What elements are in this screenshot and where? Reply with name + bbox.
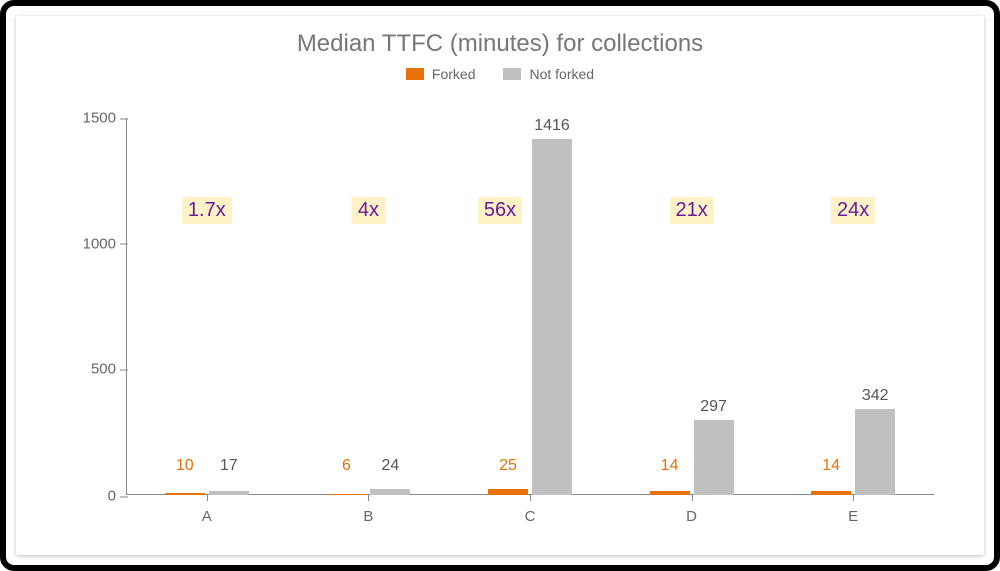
xtick xyxy=(853,495,854,501)
bar-forked-C xyxy=(488,489,528,495)
bar-label-notforked-B: 24 xyxy=(360,457,420,475)
xtick xyxy=(692,495,693,501)
ytick-1000: 1000 xyxy=(56,235,116,252)
x-category-label: B xyxy=(288,508,450,525)
group-A: A 10 17 1.7x xyxy=(126,118,288,495)
bar-forked-B xyxy=(326,494,366,496)
group-E: E 14 342 24x xyxy=(772,118,934,495)
x-category-label: A xyxy=(126,508,288,525)
bar-label-notforked-E: 342 xyxy=(845,387,905,405)
group-C: C 25 1416 56x xyxy=(449,118,611,495)
group-B: B 6 24 4x xyxy=(288,118,450,495)
ytick-label: 1000 xyxy=(83,235,116,252)
x-category-label: C xyxy=(449,508,611,525)
bar-label-forked-E: 14 xyxy=(801,457,861,475)
bar-notforked-C xyxy=(532,139,572,495)
ytick-label: 0 xyxy=(108,488,116,505)
legend-item-notforked: Not forked xyxy=(503,66,594,82)
bar-label-notforked-C: 1416 xyxy=(522,117,582,135)
bar-label-forked-D: 14 xyxy=(640,457,700,475)
chart-card: Median TTFC (minutes) for collections Fo… xyxy=(16,16,984,555)
chart-legend: Forked Not forked xyxy=(16,66,984,82)
annotation-C: 56x xyxy=(478,197,522,224)
bar-label-notforked-A: 17 xyxy=(199,457,259,475)
legend-item-forked: Forked xyxy=(406,66,476,82)
legend-swatch-forked xyxy=(406,68,424,80)
bar-notforked-E xyxy=(855,409,895,495)
annotation-A: 1.7x xyxy=(182,197,232,224)
legend-swatch-notforked xyxy=(503,68,521,80)
ytick-label: 500 xyxy=(91,361,116,378)
bar-notforked-B xyxy=(370,489,410,495)
legend-label-forked: Forked xyxy=(432,66,476,82)
bar-forked-E xyxy=(811,491,851,495)
plot-area: 0 500 1000 1500 A 10 xyxy=(126,118,934,495)
ytick-500: 500 xyxy=(56,361,116,378)
xtick xyxy=(530,495,531,501)
annotation-E: 24x xyxy=(831,197,875,224)
window-frame: Median TTFC (minutes) for collections Fo… xyxy=(0,0,1000,571)
bar-forked-D xyxy=(650,491,690,495)
xtick xyxy=(368,495,369,501)
x-category-label: E xyxy=(772,508,934,525)
ytick-1500: 1500 xyxy=(56,110,116,127)
ytick-0: 0 xyxy=(56,488,116,505)
group-D: D 14 297 21x xyxy=(611,118,773,495)
ytick-mark xyxy=(120,496,128,497)
ytick-label: 1500 xyxy=(83,110,116,127)
x-category-label: D xyxy=(611,508,773,525)
bar-label-notforked-D: 297 xyxy=(684,398,744,416)
bar-groups: A 10 17 1.7x B 6 24 4x xyxy=(126,118,934,495)
annotation-B: 4x xyxy=(352,197,385,224)
bar-notforked-D xyxy=(694,420,734,495)
legend-label-notforked: Not forked xyxy=(529,66,594,82)
bar-forked-A xyxy=(165,493,205,496)
bar-notforked-A xyxy=(209,491,249,495)
annotation-D: 21x xyxy=(669,197,713,224)
bar-label-forked-C: 25 xyxy=(478,457,538,475)
chart-title: Median TTFC (minutes) for collections xyxy=(16,30,984,58)
xtick xyxy=(207,495,208,501)
